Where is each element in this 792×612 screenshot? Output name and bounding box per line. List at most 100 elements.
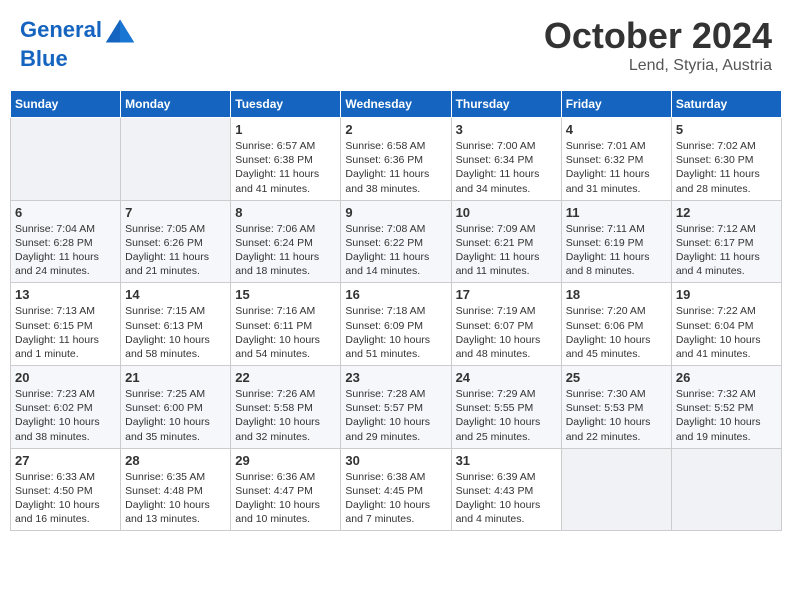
calendar-cell: 29 Sunrise: 6:36 AMSunset: 4:47 PMDayligh… [231, 448, 341, 531]
calendar-cell: 28 Sunrise: 6:35 AMSunset: 4:48 PMDayligh… [121, 448, 231, 531]
calendar-cell: 31 Sunrise: 6:39 AMSunset: 4:43 PMDayligh… [451, 448, 561, 531]
calendar-cell: 16 Sunrise: 7:18 AMSunset: 6:09 PMDayligh… [341, 283, 451, 366]
cell-daylight-info: Sunrise: 7:00 AMSunset: 6:34 PMDaylight:… [456, 139, 557, 196]
cell-daylight-info: Sunrise: 7:28 AMSunset: 5:57 PMDaylight:… [345, 387, 446, 444]
day-number: 28 [125, 453, 226, 468]
logo-text: General [20, 15, 136, 47]
cell-daylight-info: Sunrise: 7:26 AMSunset: 5:58 PMDaylight:… [235, 387, 336, 444]
calendar-cell: 11Sunrise: 7:11 AMSunset: 6:19 PMDayligh… [561, 200, 671, 283]
day-number: 31 [456, 453, 557, 468]
calendar-cell: 23Sunrise: 7:28 AMSunset: 5:57 PMDayligh… [341, 366, 451, 449]
day-number: 30 [345, 453, 446, 468]
calendar-cell [11, 118, 121, 201]
day-number: 10 [456, 205, 557, 220]
calendar-cell: 8 Sunrise: 7:06 AMSunset: 6:24 PMDaylight… [231, 200, 341, 283]
cell-daylight-info: Sunrise: 7:05 AMSunset: 6:26 PMDaylight:… [125, 222, 226, 279]
cell-daylight-info: Sunrise: 7:08 AMSunset: 6:22 PMDaylight:… [345, 222, 446, 279]
cell-daylight-info: Sunrise: 6:33 AMSunset: 4:50 PMDaylight:… [15, 470, 116, 527]
day-number: 2 [345, 122, 446, 137]
day-number: 21 [125, 370, 226, 385]
cell-daylight-info: Sunrise: 6:57 AMSunset: 6:38 PMDaylight:… [235, 139, 336, 196]
day-number: 17 [456, 287, 557, 302]
calendar-week-2: 6Sunrise: 7:04 AMSunset: 6:28 PMDaylight… [11, 200, 782, 283]
cell-daylight-info: Sunrise: 6:39 AMSunset: 4:43 PMDaylight:… [456, 470, 557, 527]
day-number: 11 [566, 205, 667, 220]
calendar-cell: 7 Sunrise: 7:05 AMSunset: 6:26 PMDaylight… [121, 200, 231, 283]
calendar-cell: 25 Sunrise: 7:30 AMSunset: 5:53 PMDayligh… [561, 366, 671, 449]
cell-daylight-info: Sunrise: 7:20 AMSunset: 6:06 PMDaylight:… [566, 304, 667, 361]
logo: General Blue [20, 15, 136, 71]
weekday-saturday: Saturday [671, 91, 781, 118]
cell-daylight-info: Sunrise: 7:06 AMSunset: 6:24 PMDaylight:… [235, 222, 336, 279]
calendar-cell: 5Sunrise: 7:02 AMSunset: 6:30 PMDaylight… [671, 118, 781, 201]
calendar-cell: 13Sunrise: 7:13 AMSunset: 6:15 PMDayligh… [11, 283, 121, 366]
day-number: 25 [566, 370, 667, 385]
day-number: 22 [235, 370, 336, 385]
calendar-cell: 15 Sunrise: 7:16 AMSunset: 6:11 PMDayligh… [231, 283, 341, 366]
cell-daylight-info: Sunrise: 7:25 AMSunset: 6:00 PMDaylight:… [125, 387, 226, 444]
day-number: 24 [456, 370, 557, 385]
calendar-cell: 10 Sunrise: 7:09 AMSunset: 6:21 PMDayligh… [451, 200, 561, 283]
calendar-cell [671, 448, 781, 531]
day-number: 7 [125, 205, 226, 220]
day-number: 3 [456, 122, 557, 137]
calendar-week-5: 27 Sunrise: 6:33 AMSunset: 4:50 PMDayligh… [11, 448, 782, 531]
day-number: 18 [566, 287, 667, 302]
cell-daylight-info: Sunrise: 6:58 AMSunset: 6:36 PMDaylight:… [345, 139, 446, 196]
calendar-cell: 22 Sunrise: 7:26 AMSunset: 5:58 PMDayligh… [231, 366, 341, 449]
logo-blue: Blue [20, 47, 136, 71]
day-number: 16 [345, 287, 446, 302]
calendar-cell: 21 Sunrise: 7:25 AMSunset: 6:00 PMDayligh… [121, 366, 231, 449]
day-number: 13 [15, 287, 116, 302]
calendar-week-4: 20Sunrise: 7:23 AMSunset: 6:02 PMDayligh… [11, 366, 782, 449]
calendar-cell: 9 Sunrise: 7:08 AMSunset: 6:22 PMDaylight… [341, 200, 451, 283]
calendar-cell: 20Sunrise: 7:23 AMSunset: 6:02 PMDayligh… [11, 366, 121, 449]
cell-daylight-info: Sunrise: 7:15 AMSunset: 6:13 PMDaylight:… [125, 304, 226, 361]
calendar-cell: 27 Sunrise: 6:33 AMSunset: 4:50 PMDayligh… [11, 448, 121, 531]
title-block: October 2024 Lend, Styria, Austria [544, 15, 772, 75]
day-number: 27 [15, 453, 116, 468]
day-number: 19 [676, 287, 777, 302]
cell-daylight-info: Sunrise: 7:01 AMSunset: 6:32 PMDaylight:… [566, 139, 667, 196]
calendar-cell: 6Sunrise: 7:04 AMSunset: 6:28 PMDaylight… [11, 200, 121, 283]
day-number: 9 [345, 205, 446, 220]
logo-general: General [20, 17, 102, 42]
cell-daylight-info: Sunrise: 7:22 AMSunset: 6:04 PMDaylight:… [676, 304, 777, 361]
calendar-cell: 12Sunrise: 7:12 AMSunset: 6:17 PMDayligh… [671, 200, 781, 283]
day-number: 20 [15, 370, 116, 385]
weekday-header-row: SundayMondayTuesdayWednesdayThursdayFrid… [11, 91, 782, 118]
cell-daylight-info: Sunrise: 7:18 AMSunset: 6:09 PMDaylight:… [345, 304, 446, 361]
cell-daylight-info: Sunrise: 7:19 AMSunset: 6:07 PMDaylight:… [456, 304, 557, 361]
day-number: 1 [235, 122, 336, 137]
day-number: 15 [235, 287, 336, 302]
weekday-friday: Friday [561, 91, 671, 118]
calendar-cell: 19 Sunrise: 7:22 AMSunset: 6:04 PMDayligh… [671, 283, 781, 366]
cell-daylight-info: Sunrise: 7:16 AMSunset: 6:11 PMDaylight:… [235, 304, 336, 361]
calendar-cell: 4Sunrise: 7:01 AMSunset: 6:32 PMDaylight… [561, 118, 671, 201]
calendar-table: SundayMondayTuesdayWednesdayThursdayFrid… [10, 90, 782, 531]
calendar-cell [561, 448, 671, 531]
calendar-cell: 14 Sunrise: 7:15 AMSunset: 6:13 PMDayligh… [121, 283, 231, 366]
location-title: Lend, Styria, Austria [544, 57, 772, 75]
cell-daylight-info: Sunrise: 7:12 AMSunset: 6:17 PMDaylight:… [676, 222, 777, 279]
day-number: 29 [235, 453, 336, 468]
cell-daylight-info: Sunrise: 6:35 AMSunset: 4:48 PMDaylight:… [125, 470, 226, 527]
day-number: 26 [676, 370, 777, 385]
day-number: 6 [15, 205, 116, 220]
cell-daylight-info: Sunrise: 7:30 AMSunset: 5:53 PMDaylight:… [566, 387, 667, 444]
calendar-week-3: 13Sunrise: 7:13 AMSunset: 6:15 PMDayligh… [11, 283, 782, 366]
month-title: October 2024 [544, 15, 772, 57]
weekday-wednesday: Wednesday [341, 91, 451, 118]
calendar-cell: 26 Sunrise: 7:32 AMSunset: 5:52 PMDayligh… [671, 366, 781, 449]
cell-daylight-info: Sunrise: 7:09 AMSunset: 6:21 PMDaylight:… [456, 222, 557, 279]
calendar-cell: 30 Sunrise: 6:38 AMSunset: 4:45 PMDayligh… [341, 448, 451, 531]
weekday-thursday: Thursday [451, 91, 561, 118]
weekday-tuesday: Tuesday [231, 91, 341, 118]
cell-daylight-info: Sunrise: 7:29 AMSunset: 5:55 PMDaylight:… [456, 387, 557, 444]
calendar-cell: 18 Sunrise: 7:20 AMSunset: 6:06 PMDayligh… [561, 283, 671, 366]
cell-daylight-info: Sunrise: 6:36 AMSunset: 4:47 PMDaylight:… [235, 470, 336, 527]
day-number: 8 [235, 205, 336, 220]
cell-daylight-info: Sunrise: 6:38 AMSunset: 4:45 PMDaylight:… [345, 470, 446, 527]
day-number: 14 [125, 287, 226, 302]
cell-daylight-info: Sunrise: 7:32 AMSunset: 5:52 PMDaylight:… [676, 387, 777, 444]
